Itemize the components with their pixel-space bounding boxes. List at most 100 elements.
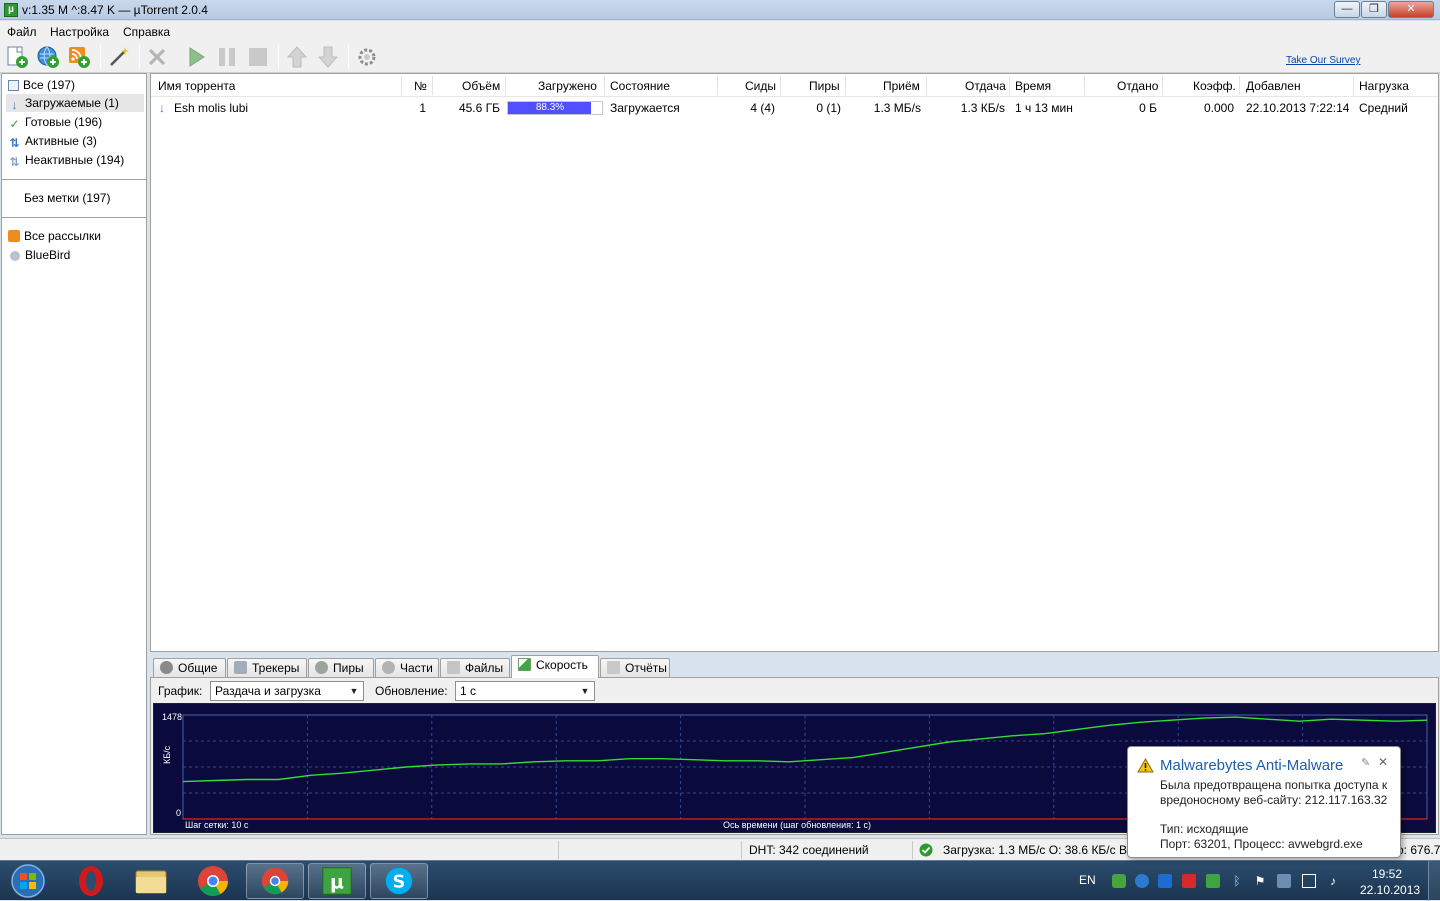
column-separator <box>432 76 433 95</box>
tray-security-icon[interactable] <box>1112 874 1126 888</box>
sidebar-item-completed[interactable]: ✓ Готовые (196) <box>8 113 102 131</box>
show-desktop-button[interactable] <box>1428 861 1440 901</box>
column-added[interactable]: Добавлен <box>1246 79 1301 93</box>
column-download-speed[interactable]: Приём <box>883 79 920 93</box>
column-size[interactable]: Объём <box>462 79 500 93</box>
download-progress-bar: 88.3% <box>507 101 603 115</box>
add-url-icon[interactable] <box>36 45 60 69</box>
column-number[interactable]: № <box>414 79 427 93</box>
remove-icon[interactable] <box>145 45 169 69</box>
settings-icon[interactable] <box>355 45 379 69</box>
explorer-icon[interactable] <box>122 863 180 899</box>
tab-general[interactable]: Общие <box>153 658 226 678</box>
column-seeds[interactable]: Сиды <box>745 79 776 93</box>
sidebar-item-all-feeds[interactable]: Все рассылки <box>8 227 101 245</box>
add-torrent-icon[interactable] <box>5 45 29 69</box>
sidebar-item-inactive[interactable]: ⇅ Неактивные (194) <box>8 151 124 169</box>
pin-icon[interactable]: ✎ <box>1361 756 1370 769</box>
torrent-added: 22.10.2013 7:22:14 <box>1246 101 1350 115</box>
menu-settings[interactable]: Настройка <box>50 25 109 39</box>
graph-label: График: <box>158 684 203 698</box>
column-downloaded[interactable]: Загружено <box>538 79 597 93</box>
column-separator <box>1084 76 1085 95</box>
menu-file[interactable]: Файл <box>7 25 37 39</box>
create-torrent-icon[interactable] <box>107 45 131 69</box>
move-down-icon[interactable] <box>316 45 340 69</box>
graph-select[interactable]: Раздача и загрузка ▼ <box>210 681 364 701</box>
minimize-button[interactable]: — <box>1334 1 1360 18</box>
sidebar-item-bluebird[interactable]: BlueBird <box>8 246 70 264</box>
column-separator <box>604 76 605 95</box>
clock-time[interactable]: 19:52 <box>1372 867 1402 881</box>
downloading-status-icon: ↓ <box>159 101 165 115</box>
completed-icon: ✓ <box>9 117 20 131</box>
survey-link[interactable]: Take Our Survey <box>1286 55 1360 66</box>
maximize-button[interactable]: ❐ <box>1361 1 1387 18</box>
column-load[interactable]: Нагрузка <box>1359 79 1409 93</box>
trackers-icon <box>234 661 247 674</box>
clock-date[interactable]: 22.10.2013 <box>1360 883 1420 897</box>
column-status[interactable]: Состояние <box>610 79 670 93</box>
tab-logger[interactable]: Отчёты <box>600 658 670 678</box>
column-upload-speed[interactable]: Отдача <box>965 79 1006 93</box>
menu-help[interactable]: Справка <box>123 25 170 39</box>
column-separator <box>1239 76 1240 95</box>
chrome-open-icon[interactable] <box>246 863 304 899</box>
column-name[interactable]: Имя торрента <box>158 79 235 93</box>
tab-files[interactable]: Файлы <box>440 658 510 678</box>
sidebar-item-all[interactable]: Все (197) <box>8 76 75 94</box>
menu-bar: Файл Настройка Справка <box>0 21 1440 41</box>
column-peers[interactable]: Пиры <box>809 79 840 93</box>
column-eta[interactable]: Время <box>1015 79 1051 93</box>
status-separator <box>912 841 913 859</box>
time-axis-label: Ось времени (шаг обновления: 1 с) <box>723 820 872 830</box>
torrent-upload-speed: 1.3 КБ/s <box>960 101 1005 115</box>
language-indicator[interactable]: EN <box>1079 873 1096 887</box>
column-ratio[interactable]: Коэфф. <box>1193 79 1236 93</box>
inactive-icon: ⇅ <box>9 155 20 169</box>
volume-icon[interactable]: ♪ <box>1326 874 1340 888</box>
start-orb-icon[interactable] <box>2 863 54 899</box>
tab-peers[interactable]: Пиры <box>308 658 374 678</box>
svg-text:µ: µ <box>330 872 344 894</box>
tray-malwarebytes-icon[interactable] <box>1135 874 1149 888</box>
sidebar-item-active[interactable]: ⇅ Активные (3) <box>8 132 96 150</box>
taskbar: µ S EN ᛒ ⚑ ♪ 19:52 22.10.2013 <box>0 860 1440 901</box>
tray-antivirus-icon[interactable] <box>1182 874 1196 888</box>
list-header: Имя торрента № Объём Загружено Состояние… <box>151 74 1438 97</box>
utorrent-icon[interactable]: µ <box>308 863 366 899</box>
toolbar-separator <box>348 45 349 69</box>
tab-trackers[interactable]: Трекеры <box>227 658 307 678</box>
y-axis-min-label: 0 <box>176 808 182 818</box>
sidebar-item-downloading[interactable]: ↓ Загружаемые (1) <box>6 94 144 112</box>
torrent-download-speed: 1.3 МБ/s <box>873 101 921 115</box>
window-title: v:1.35 M ^:8.47 K — µTorrent 2.0.4 <box>22 3 208 17</box>
skype-icon[interactable]: S <box>370 863 428 899</box>
network-icon[interactable] <box>1302 874 1316 888</box>
start-icon[interactable] <box>184 45 208 69</box>
sidebar-item-no-label[interactable]: Без метки (197) <box>24 189 110 207</box>
tray-shield-icon[interactable] <box>1158 874 1172 888</box>
chrome-icon[interactable] <box>184 863 242 899</box>
chevron-down-icon: ▼ <box>349 686 359 696</box>
add-rss-icon[interactable] <box>67 45 91 69</box>
tray-utorrent-icon[interactable] <box>1206 874 1220 888</box>
torrent-list: Имя торрента № Объём Загружено Состояние… <box>150 73 1439 652</box>
graph-select-value: Раздача и загрузка <box>215 684 321 698</box>
tray-app-icon[interactable] <box>1277 874 1291 888</box>
opera-icon[interactable] <box>62 863 120 899</box>
tab-pieces[interactable]: Части <box>375 658 439 678</box>
notification-close-button[interactable]: ✕ <box>1378 755 1388 769</box>
pause-icon[interactable] <box>215 45 239 69</box>
malwarebytes-notification[interactable]: Malwarebytes Anti-Malware ✎ ✕ Была предо… <box>1127 746 1401 858</box>
info-icon <box>160 661 173 674</box>
update-interval-select[interactable]: 1 с ▼ <box>455 681 595 701</box>
column-uploaded[interactable]: Отдано <box>1117 79 1158 93</box>
tab-speed[interactable]: Скорость <box>511 655 599 678</box>
close-button[interactable]: ✕ <box>1388 1 1434 18</box>
toolbar: Take Our Survey <box>0 41 1440 73</box>
move-up-icon[interactable] <box>285 45 309 69</box>
stop-icon[interactable] <box>246 45 270 69</box>
bluetooth-icon[interactable]: ᛒ <box>1230 874 1244 888</box>
action-center-flag-icon[interactable]: ⚑ <box>1253 874 1267 888</box>
